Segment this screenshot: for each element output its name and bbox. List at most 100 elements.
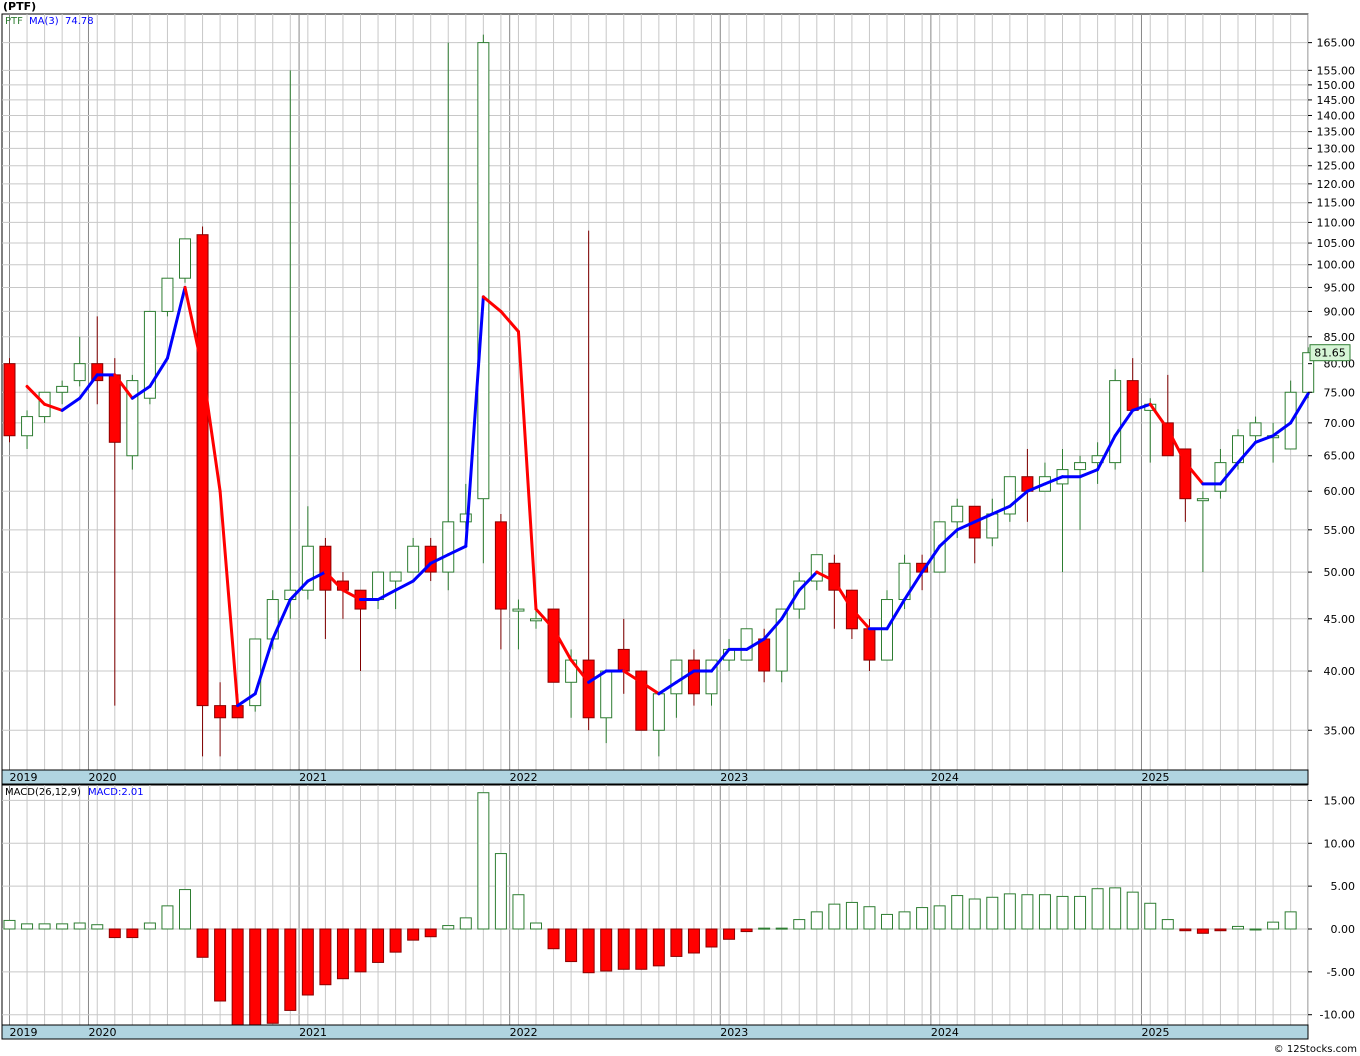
- candle-body: [56, 385, 69, 393]
- macd-bar: [986, 896, 999, 930]
- candle-body: [530, 618, 542, 622]
- macd-bar: [161, 905, 174, 930]
- macd-bar: [424, 928, 437, 938]
- candle-body: [652, 693, 665, 731]
- price-y-tick-label: 110.00: [1317, 216, 1356, 229]
- macd-bar: [1144, 902, 1157, 930]
- macd-bar: [442, 925, 455, 930]
- macd-bar: [196, 928, 209, 958]
- macd-bar: [459, 917, 472, 930]
- candle-body: [600, 670, 613, 719]
- chart-title: (PTF): [3, 0, 36, 13]
- price-y-tick-label: 60.00: [1324, 485, 1356, 498]
- candle-body: [477, 42, 490, 500]
- candle-body: [442, 521, 455, 573]
- macd-bar: [635, 928, 648, 970]
- price-y-tick-label: 105.00: [1317, 237, 1356, 250]
- price-y-tick-label: 150.00: [1317, 79, 1356, 92]
- candle-body: [986, 513, 999, 539]
- macd-x-axis-band: [1, 1024, 1309, 1040]
- macd-bar: [600, 928, 613, 972]
- macd-bar: [38, 923, 51, 930]
- macd-bar: [354, 928, 367, 973]
- macd-bar: [477, 792, 490, 930]
- candle-body: [319, 545, 332, 591]
- macd-bar: [547, 928, 560, 950]
- candle-body: [214, 705, 227, 719]
- macd-bar: [723, 928, 736, 940]
- candle-body: [740, 628, 753, 661]
- candle-body: [512, 608, 525, 612]
- candle-body: [196, 234, 209, 707]
- candle-body: [161, 277, 174, 312]
- macd-bar: [143, 922, 156, 930]
- macd-bar: [898, 911, 911, 930]
- macd-bar: [407, 928, 420, 941]
- price-y-tick-label: 65.00: [1324, 450, 1356, 463]
- macd-bar: [1091, 888, 1104, 930]
- macd-x-tick-label: 2024: [931, 1026, 959, 1039]
- macd-y-tick-label: 5.00: [1331, 880, 1356, 893]
- price-x-tick-label: 2020: [88, 771, 116, 784]
- macd-x-tick-label: 2019: [10, 1026, 38, 1039]
- macd-bar: [775, 927, 788, 930]
- candle-body: [494, 521, 507, 610]
- macd-label: MACD(26,12,9): [5, 787, 81, 798]
- candle-body: [108, 374, 121, 443]
- macd-bar: [1249, 928, 1262, 931]
- macd-bar: [793, 919, 806, 930]
- macd-bar: [389, 928, 402, 953]
- macd-x-tick-label: 2021: [299, 1026, 327, 1039]
- macd-x-tick-label: 2023: [720, 1026, 748, 1039]
- macd-bar: [845, 901, 858, 930]
- macd-bar: [108, 928, 121, 939]
- macd-bar: [372, 928, 385, 963]
- price-y-tick-label: 75.00: [1324, 386, 1356, 399]
- macd-bar: [284, 928, 297, 1011]
- macd-bar: [1232, 925, 1244, 930]
- price-y-tick-label: 85.00: [1324, 331, 1356, 344]
- macd-bar: [1179, 928, 1192, 932]
- price-y-tick-label: 55.00: [1324, 524, 1356, 537]
- macd-bar: [863, 906, 876, 930]
- macd-bar: [968, 898, 981, 930]
- macd-bar: [512, 894, 525, 930]
- candle-body: [758, 638, 771, 672]
- macd-bar: [266, 928, 279, 1024]
- last-price-badge-text: 81.65: [1314, 347, 1346, 360]
- macd-bar: [336, 928, 349, 980]
- macd-y-tick-label: -5.00: [1327, 966, 1355, 979]
- price-y-tick-label: 45.00: [1324, 613, 1356, 626]
- price-x-tick-label: 2025: [1141, 771, 1169, 784]
- price-x-tick-label: 2023: [720, 771, 748, 784]
- macd-bar: [1284, 911, 1297, 930]
- price-y-tick-label: 120.00: [1317, 178, 1356, 191]
- candle-body: [582, 659, 595, 719]
- macd-x-tick-label: 2022: [510, 1026, 538, 1039]
- candle-body: [179, 238, 191, 279]
- candle-body: [1109, 380, 1122, 464]
- price-y-tick-label: 135.00: [1317, 126, 1356, 139]
- candle-body: [73, 363, 86, 382]
- price-x-tick-label: 2021: [299, 771, 327, 784]
- price-y-tick-label: 155.00: [1317, 64, 1356, 77]
- macd-bar: [494, 853, 507, 930]
- price-y-tick-label: 40.00: [1324, 665, 1356, 678]
- price-y-tick-label: 35.00: [1324, 724, 1356, 737]
- macd-bar: [687, 928, 700, 954]
- candle-body: [3, 363, 16, 437]
- macd-bar: [319, 928, 332, 986]
- macd-bar: [1214, 928, 1227, 932]
- candle-body: [372, 571, 385, 601]
- candle-body: [459, 513, 472, 523]
- macd-bar: [1109, 887, 1122, 930]
- macd-bar: [126, 928, 139, 939]
- macd-bar: [1161, 919, 1174, 930]
- macd-bar: [301, 928, 314, 996]
- candle-body: [547, 608, 560, 683]
- macd-bar: [670, 928, 683, 957]
- candle-body: [389, 571, 402, 582]
- price-y-tick-label: 115.00: [1317, 197, 1356, 210]
- legend-ma-value: 74.78: [65, 16, 94, 27]
- macd-bar: [1003, 893, 1016, 930]
